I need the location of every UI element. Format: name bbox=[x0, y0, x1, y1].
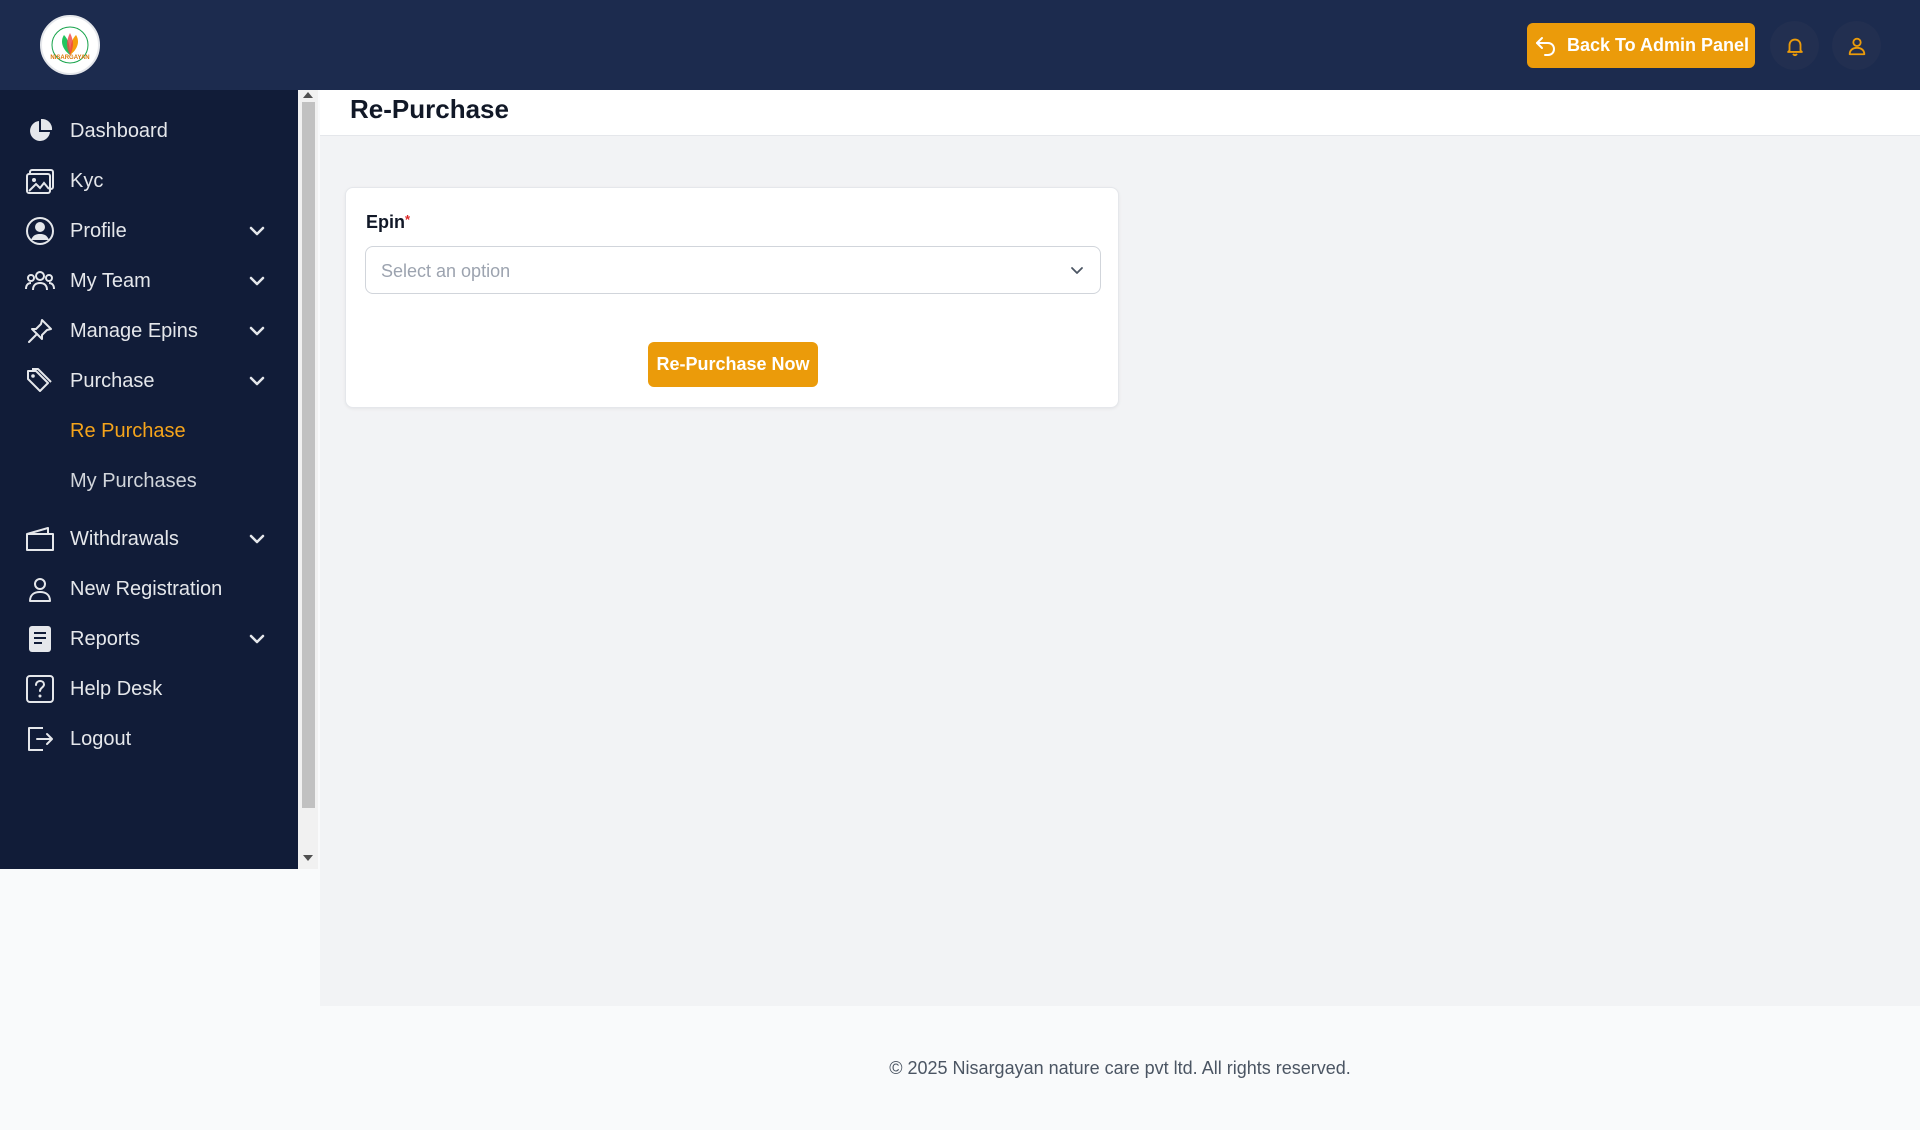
image-icon bbox=[24, 165, 56, 197]
chevron-down-icon bbox=[247, 271, 267, 291]
bell-icon bbox=[1786, 38, 1803, 56]
sidebar-item-help-desk[interactable]: Help Desk bbox=[0, 664, 298, 714]
sidebar-item-logout[interactable]: Logout bbox=[0, 714, 298, 764]
epin-select-placeholder: Select an option bbox=[381, 261, 511, 281]
sidebar-item-label: Manage Epins bbox=[70, 319, 198, 342]
back-to-admin-button[interactable]: Back To Admin Panel bbox=[1527, 23, 1755, 68]
document-icon bbox=[24, 623, 56, 655]
sidebar-item-label: Reports bbox=[70, 627, 141, 650]
sidebar-item-withdrawals[interactable]: Withdrawals bbox=[0, 514, 298, 564]
user-menu-button[interactable] bbox=[1832, 21, 1881, 70]
help-icon bbox=[24, 673, 56, 705]
logout-icon bbox=[24, 723, 56, 755]
chevron-down-icon bbox=[247, 221, 267, 241]
epin-select[interactable]: Select an option bbox=[365, 246, 1101, 294]
required-marker: * bbox=[405, 212, 411, 227]
footer: © 2025 Nisargayan nature care pvt ltd. A… bbox=[0, 1006, 1920, 1130]
sidebar-item-kyc[interactable]: Kyc bbox=[0, 156, 298, 206]
sidebar-item-purchase[interactable]: Purchase bbox=[0, 356, 298, 406]
sidebar-subitem-label: Re Purchase bbox=[70, 419, 186, 442]
scrollbar-thumb[interactable] bbox=[302, 102, 315, 808]
return-arrow-icon bbox=[1535, 36, 1555, 56]
copyright-text: © 2025 Nisargayan nature care pvt ltd. A… bbox=[889, 1058, 1351, 1078]
chevron-down-icon bbox=[247, 629, 267, 649]
sidebar-item-label: Logout bbox=[70, 727, 132, 750]
pin-icon bbox=[24, 315, 56, 347]
sidebar-item-label: New Registration bbox=[70, 577, 223, 600]
chevron-down-icon bbox=[1071, 267, 1083, 274]
sidebar-item-label: Dashboard bbox=[70, 119, 168, 142]
notifications-button[interactable] bbox=[1770, 21, 1819, 70]
chevron-down-icon bbox=[247, 371, 267, 391]
pie-chart-icon bbox=[24, 115, 56, 147]
sidebar-subitem-my-purchases[interactable]: My Purchases bbox=[0, 456, 298, 506]
epin-field-label: Epin* bbox=[366, 212, 410, 233]
tag-icon bbox=[24, 365, 56, 397]
sidebar-subitem-label: My Purchases bbox=[70, 469, 197, 492]
sidebar-item-profile[interactable]: Profile bbox=[0, 206, 298, 256]
page-title: Re-Purchase bbox=[350, 94, 509, 124]
chevron-down-icon bbox=[247, 321, 267, 341]
back-to-admin-label: Back To Admin Panel bbox=[1566, 35, 1750, 55]
user-icon bbox=[1848, 37, 1865, 55]
page-header: Re-Purchase bbox=[320, 90, 1920, 136]
re-purchase-form-card: Epin* Select an option Re-Purchase Now bbox=[345, 187, 1119, 408]
top-bar: NISARGAYAN Back To Admin Panel bbox=[0, 0, 1920, 90]
sidebar-item-reports[interactable]: Reports bbox=[0, 614, 298, 664]
sidebar-item-new-registration[interactable]: New Registration bbox=[0, 564, 298, 614]
chevron-down-icon bbox=[247, 529, 267, 549]
scroll-up-arrow-icon[interactable] bbox=[303, 92, 313, 98]
user-circle-icon bbox=[24, 215, 56, 247]
sidebar-item-my-team[interactable]: My Team bbox=[0, 256, 298, 306]
sidebar: Dashboard Kyc Profile My Team Manage Epi… bbox=[0, 90, 298, 869]
sidebar-item-label: Profile bbox=[70, 219, 127, 242]
re-purchase-now-button[interactable]: Re-Purchase Now bbox=[648, 342, 818, 387]
wallet-icon bbox=[24, 523, 56, 555]
sidebar-item-label: My Team bbox=[70, 269, 151, 292]
brand-logo[interactable]: NISARGAYAN bbox=[40, 15, 100, 75]
sidebar-item-label: Purchase bbox=[70, 369, 155, 392]
team-icon bbox=[24, 265, 56, 297]
epin-label-text: Epin bbox=[366, 212, 405, 232]
user-add-icon bbox=[24, 573, 56, 605]
sidebar-item-label: Kyc bbox=[70, 169, 104, 192]
sidebar-scrollbar[interactable] bbox=[298, 90, 318, 869]
sidebar-item-label: Withdrawals bbox=[70, 527, 179, 550]
logo-text: NISARGAYAN bbox=[50, 55, 90, 61]
sidebar-item-manage-epins[interactable]: Manage Epins bbox=[0, 306, 298, 356]
sidebar-item-dashboard[interactable]: Dashboard bbox=[0, 106, 298, 156]
main-content: Re-Purchase Epin* Select an option Re-Pu… bbox=[320, 90, 1920, 1006]
sidebar-subitem-re-purchase[interactable]: Re Purchase bbox=[0, 406, 298, 456]
sidebar-item-label: Help Desk bbox=[70, 677, 163, 700]
scroll-down-arrow-icon[interactable] bbox=[303, 855, 313, 861]
